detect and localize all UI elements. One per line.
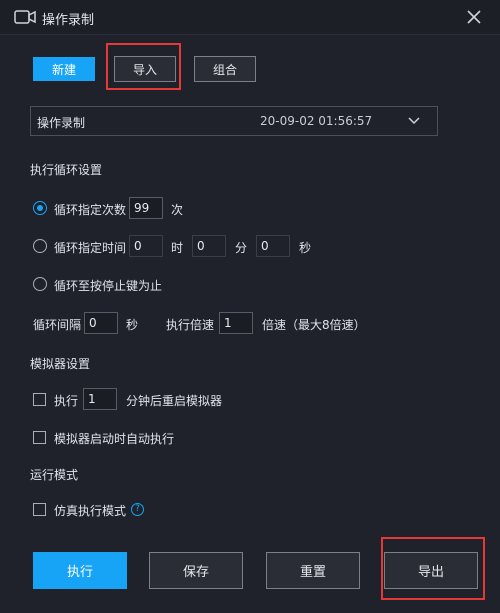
radio-loop-count[interactable] xyxy=(33,201,47,215)
restart-checkbox[interactable] xyxy=(33,393,46,406)
loop-hours-input[interactable] xyxy=(129,235,163,257)
loop-interval-input[interactable] xyxy=(84,312,118,334)
operation-record-dialog: 操作录制 新建 导入 组合 操作录制 20-09-02 01:56:57 执行循… xyxy=(0,0,500,613)
loop-count-unit: 次 xyxy=(171,203,184,217)
loop-count-input[interactable] xyxy=(129,197,163,219)
reset-button[interactable]: 重置 xyxy=(266,552,360,589)
dialog-title: 操作录制 xyxy=(42,13,95,28)
simulate-label: 仿真执行模式 xyxy=(54,504,127,518)
loop-interval-unit: 秒 xyxy=(126,318,139,332)
close-icon[interactable] xyxy=(464,7,484,27)
speed-input[interactable] xyxy=(219,312,253,334)
new-button[interactable]: 新建 xyxy=(33,57,95,81)
loop-seconds-input[interactable] xyxy=(256,235,290,257)
title-bar: 操作录制 xyxy=(0,0,500,35)
video-camera-icon xyxy=(14,10,36,24)
loop-count-label: 循环指定次数 xyxy=(54,203,127,217)
recording-name: 操作录制 xyxy=(37,116,86,130)
recording-time: 20-09-02 01:56:57 xyxy=(260,114,373,128)
chevron-down-icon xyxy=(408,117,420,125)
radio-loop-time[interactable] xyxy=(33,239,47,253)
loop-minutes-input[interactable] xyxy=(192,235,226,257)
autorun-checkbox[interactable] xyxy=(33,431,46,444)
speed-unit: 倍速（最大8倍速） xyxy=(262,318,366,332)
loop-interval-label: 循环间隔 xyxy=(33,318,82,332)
loop-minutes-unit: 分 xyxy=(235,241,248,255)
restart-suffix: 分钟后重启模拟器 xyxy=(126,394,223,408)
loop-time-label: 循环指定时间 xyxy=(54,241,127,255)
recording-select[interactable]: 操作录制 20-09-02 01:56:57 xyxy=(30,106,438,136)
loop-until-stop-label: 循环至按停止键为止 xyxy=(54,279,163,293)
export-button[interactable]: 导出 xyxy=(384,552,478,589)
help-icon[interactable]: ? xyxy=(131,503,144,516)
run-button[interactable]: 执行 xyxy=(33,552,127,589)
loop-hours-unit: 时 xyxy=(171,241,184,255)
simulate-checkbox[interactable] xyxy=(33,503,46,516)
loop-seconds-unit: 秒 xyxy=(299,241,312,255)
loop-section-title: 执行循环设置 xyxy=(30,163,103,177)
mode-section-title: 运行模式 xyxy=(30,468,79,482)
radio-loop-until-stop[interactable] xyxy=(33,277,47,291)
restart-minutes-input[interactable] xyxy=(83,388,117,410)
import-button[interactable]: 导入 xyxy=(114,56,176,82)
restart-prefix: 执行 xyxy=(54,394,79,408)
combine-button[interactable]: 组合 xyxy=(194,56,256,82)
save-button[interactable]: 保存 xyxy=(149,552,243,589)
speed-label: 执行倍速 xyxy=(166,318,215,332)
autorun-label: 模拟器启动时自动执行 xyxy=(54,432,175,446)
emulator-section-title: 模拟器设置 xyxy=(30,357,91,371)
